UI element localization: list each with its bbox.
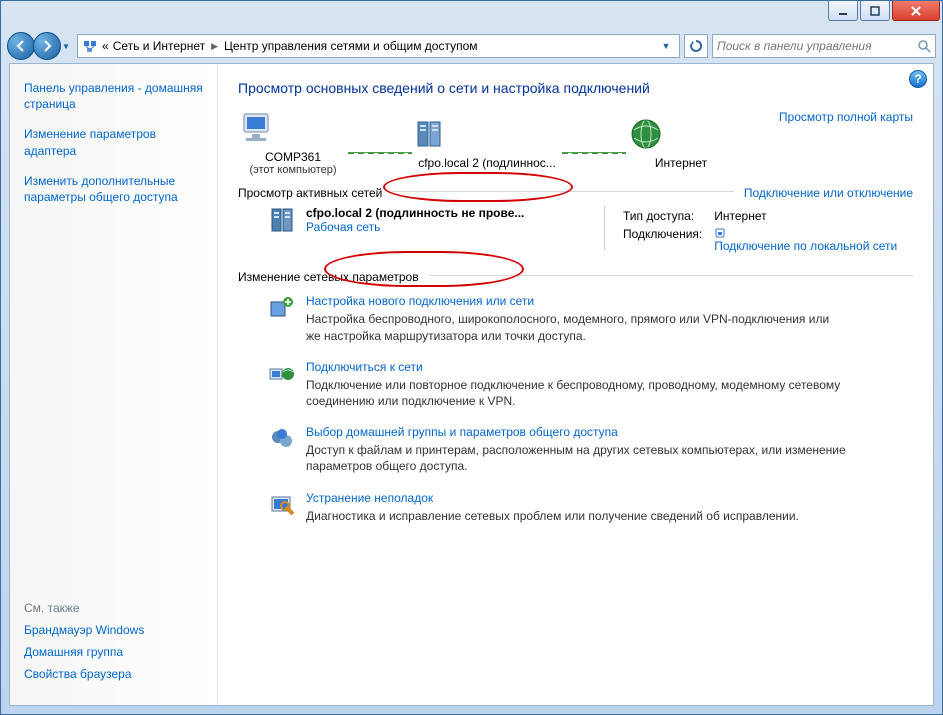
param-title[interactable]: Устранение неполадок <box>306 491 846 505</box>
network-center-icon <box>82 38 98 54</box>
new-connection-icon <box>268 294 296 322</box>
search-placeholder: Поиск в панели управления <box>717 39 872 53</box>
nav-back-forward: ▼ <box>7 32 73 60</box>
param-desc: Диагностика и исправление сетевых пробле… <box>306 508 846 524</box>
navigation-bar: ▼ « Сеть и Интернет ▶ Центр управления с… <box>1 29 942 63</box>
param-desc: Настройка беспроводного, широкополосного… <box>306 311 846 343</box>
work-network-icon <box>268 206 296 234</box>
param-troubleshoot[interactable]: Устранение неполадок Диагностика и испра… <box>268 491 913 524</box>
search-box[interactable]: Поиск в панели управления <box>712 34 936 58</box>
divider <box>429 275 913 276</box>
breadcrumb-sep-icon: ▶ <box>209 41 220 52</box>
refresh-button[interactable] <box>684 34 708 58</box>
window-frame: ▼ « Сеть и Интернет ▶ Центр управления с… <box>0 0 943 715</box>
breadcrumb-prefix[interactable]: « <box>102 39 109 53</box>
sidebar-homegroup-link[interactable]: Домашняя группа <box>24 645 123 659</box>
divider <box>604 206 605 250</box>
view-full-map-link[interactable]: Просмотр полной карты <box>779 110 913 124</box>
param-desc: Подключение или повторное подключение к … <box>306 377 846 409</box>
sidebar-home-link[interactable]: Панель управления - домашняя страница <box>24 81 203 111</box>
param-list: Настройка нового подключения или сети На… <box>238 294 913 523</box>
param-homegroup-sharing[interactable]: Выбор домашней группы и параметров общег… <box>268 425 913 474</box>
sidebar-adapter-settings[interactable]: Изменение параметров адаптера <box>24 127 156 157</box>
param-new-connection[interactable]: Настройка нового подключения или сети На… <box>268 294 913 343</box>
active-network-entry: cfpo.local 2 (подлинность не прове... Ра… <box>268 206 913 256</box>
map-connector-icon <box>348 152 412 154</box>
network-map: COMP361 (этот компьютер) cfpo.local 2 (п… <box>238 110 913 176</box>
forward-button[interactable] <box>33 32 61 60</box>
active-networks-label: Просмотр активных сетей <box>238 186 382 200</box>
divider <box>392 191 734 192</box>
access-type-value: Интернет <box>714 208 907 224</box>
help-icon[interactable]: ? <box>909 70 927 88</box>
sidebar-advanced-sharing[interactable]: Изменить дополнительные параметры общего… <box>24 174 178 204</box>
breadcrumb-part2[interactable]: Центр управления сетями и общим доступом <box>224 39 478 53</box>
network-type-link[interactable]: Рабочая сеть <box>306 220 380 234</box>
maximize-button[interactable] <box>860 1 890 21</box>
param-title[interactable]: Выбор домашней группы и параметров общег… <box>306 425 846 439</box>
close-button[interactable] <box>892 1 940 21</box>
connections-label: Подключения: <box>623 226 712 254</box>
map-node1-label: COMP361 <box>238 150 348 164</box>
breadcrumb-part1[interactable]: Сеть и Интернет <box>113 39 205 53</box>
back-button[interactable] <box>7 32 35 60</box>
active-network-name: cfpo.local 2 (подлинность не прове... <box>306 206 524 220</box>
lan-connection-link[interactable]: Подключение по локальной сети <box>714 239 897 253</box>
access-type-label: Тип доступа: <box>623 208 712 224</box>
search-icon <box>917 39 931 53</box>
connect-disconnect-link[interactable]: Подключение или отключение <box>744 186 913 200</box>
map-node-internet[interactable]: Интернет <box>626 116 736 170</box>
troubleshoot-icon <box>268 491 296 519</box>
map-node3-label: Интернет <box>626 156 736 170</box>
client-area: Панель управления - домашняя страница Из… <box>9 63 934 706</box>
lan-adapter-icon <box>714 227 897 239</box>
change-params-label: Изменение сетевых параметров <box>238 270 419 284</box>
sidebar-firewall-link[interactable]: Брандмауэр Windows <box>24 623 144 637</box>
nav-history-dropdown[interactable]: ▼ <box>59 36 73 56</box>
map-node1-sub: (этот компьютер) <box>238 164 348 176</box>
map-node2-label: cfpo.local 2 (подлиннос... <box>412 156 562 170</box>
param-desc: Доступ к файлам и принтерам, расположенн… <box>306 442 846 474</box>
map-node-this-computer[interactable]: COMP361 (этот компьютер) <box>238 110 348 176</box>
sidebar-inet-options-link[interactable]: Свойства браузера <box>24 667 132 681</box>
connect-network-icon <box>268 360 296 388</box>
param-title[interactable]: Настройка нового подключения или сети <box>306 294 846 308</box>
map-connector-icon <box>562 152 626 154</box>
main-pane: ? Просмотр основных сведений о сети и на… <box>218 64 933 705</box>
address-bar[interactable]: « Сеть и Интернет ▶ Центр управления сет… <box>77 34 680 58</box>
homegroup-icon <box>268 425 296 453</box>
sidebar: Панель управления - домашняя страница Из… <box>10 64 218 705</box>
titlebar <box>1 1 942 29</box>
address-dropdown[interactable]: ▼ <box>657 41 675 51</box>
param-title[interactable]: Подключиться к сети <box>306 360 846 374</box>
page-title: Просмотр основных сведений о сети и наст… <box>238 80 913 96</box>
see-also-header: См. также <box>24 601 203 615</box>
param-connect-network[interactable]: Подключиться к сети Подключение или повт… <box>268 360 913 409</box>
minimize-button[interactable] <box>828 1 858 21</box>
map-node-domain[interactable]: cfpo.local 2 (подлиннос... <box>412 116 562 170</box>
